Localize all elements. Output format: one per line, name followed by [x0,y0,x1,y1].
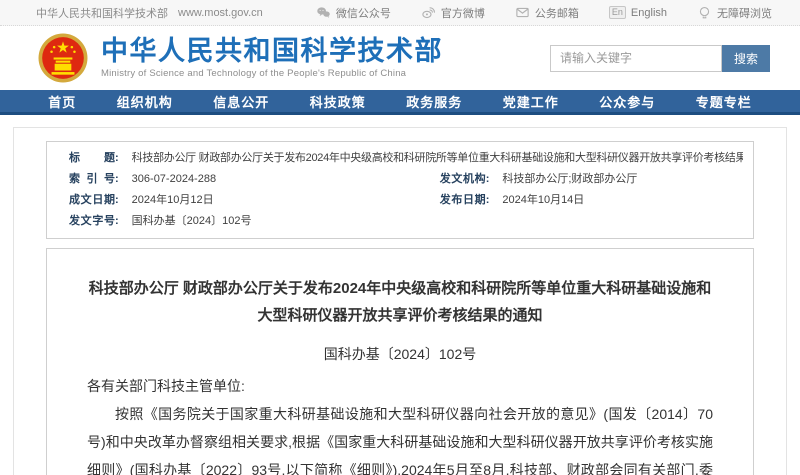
search-button[interactable]: 搜索 [722,45,770,72]
nav-item-public-participation[interactable]: 公众参与 [599,92,655,111]
nav-item-organization[interactable]: 组织机构 [117,92,173,111]
site-name-text: 中华人民共和国科学技术部 [36,5,168,21]
meta-row-title: 标题: 科技部办公厅 财政部办公厅关于发布2024年中央级高校和科研院所等单位重… [69,148,743,169]
weibo-link[interactable]: 官方微博 [421,5,485,21]
nav-item-sci-tech-policy[interactable]: 科技政策 [310,92,366,111]
site-subtitle: Ministry of Science and Technology of th… [101,68,443,79]
meta-written-date-value: 2024年10月12日 [132,190,214,211]
meta-title-label: 标题 [69,148,115,169]
english-label: English [631,7,667,19]
wechat-label: 微信公众号 [336,5,391,21]
mail-icon [515,5,530,20]
article-salutation: 各有关部门科技主管单位: [87,372,713,400]
home-link[interactable]: 中华人民共和国科学技术部 Ministry of Science and Tec… [38,33,443,83]
accessibility-link[interactable]: 无障碍浏览 [697,5,772,21]
accessibility-label: 无障碍浏览 [717,5,772,21]
meta-title-value: 科技部办公厅 财政部办公厅关于发布2024年中央级高校和科研院所等单位重大科研基… [132,148,743,169]
meta-row-doc-number: 发文字号: 国科办基〔2024〕102号 [69,211,743,232]
mailbox-link[interactable]: 公务邮箱 [515,5,579,21]
nav-item-gov-services[interactable]: 政务服务 [406,92,462,111]
wechat-link[interactable]: 微信公众号 [316,5,391,21]
site-header: 中华人民共和国科学技术部 Ministry of Science and Tec… [0,26,800,90]
english-badge-icon: En [609,6,626,19]
nav-item-home[interactable]: 首页 [48,92,76,111]
utility-bar: 中华人民共和国科学技术部 www.most.gov.cn 微信公众号 官方微博 … [0,0,800,26]
content-container: 标题: 科技部办公厅 财政部办公厅关于发布2024年中央级高校和科研院所等单位重… [13,127,787,475]
meta-doc-no-value: 国科办基〔2024〕102号 [132,211,252,232]
weibo-label: 官方微博 [441,5,485,21]
site-url-link[interactable]: www.most.gov.cn [178,7,263,19]
page-content: 标题: 科技部办公厅 财政部办公厅关于发布2024年中央级高校和科研院所等单位重… [0,115,800,475]
weibo-icon [421,5,436,20]
document-metadata-box: 标题: 科技部办公厅 财政部办公厅关于发布2024年中央级高校和科研院所等单位重… [46,141,754,239]
national-emblem-logo [38,33,88,83]
accessibility-icon [697,5,712,20]
meta-publish-date-label: 发布日期 [440,190,486,211]
meta-index-label: 索引号 [69,169,115,190]
article-paragraph-1: 按照《国务院关于国家重大科研基础设施和大型科研仪器向社会开放的意见》(国发〔20… [87,400,713,475]
meta-index-value: 306-07-2024-288 [132,169,216,190]
nav-item-party-building[interactable]: 党建工作 [503,92,559,111]
nav-item-special-topics[interactable]: 专题专栏 [696,92,752,111]
meta-issuer-value: 科技部办公厅;财政部办公厅 [502,169,637,190]
search-bar: 搜索 [550,45,770,72]
meta-row-index-issuer: 索引号: 306-07-2024-288 发文机构: 科技部办公厅;财政部办公厅 [69,169,743,190]
meta-written-date-label: 成文日期 [69,190,115,211]
main-nav: 首页 组织机构 信息公开 科技政策 政务服务 党建工作 公众参与 专题专栏 [0,90,800,115]
english-link[interactable]: En English [609,6,667,19]
article-box: 科技部办公厅 财政部办公厅关于发布2024年中央级高校和科研院所等单位重大科研基… [46,248,754,475]
article-doc-number: 国科办基〔2024〕102号 [87,344,713,364]
search-input[interactable] [550,45,722,72]
meta-issuer-label: 发文机构 [440,169,486,190]
meta-publish-date-value: 2024年10月14日 [502,190,584,211]
wechat-icon [316,5,331,20]
nav-item-info-disclosure[interactable]: 信息公开 [213,92,269,111]
mailbox-label: 公务邮箱 [535,5,579,21]
meta-row-dates: 成文日期: 2024年10月12日 发布日期: 2024年10月14日 [69,190,743,211]
site-title: 中华人民共和国科学技术部 [101,37,443,65]
article-title: 科技部办公厅 财政部办公厅关于发布2024年中央级高校和科研院所等单位重大科研基… [87,275,713,329]
meta-doc-no-label: 发文字号 [69,211,115,232]
